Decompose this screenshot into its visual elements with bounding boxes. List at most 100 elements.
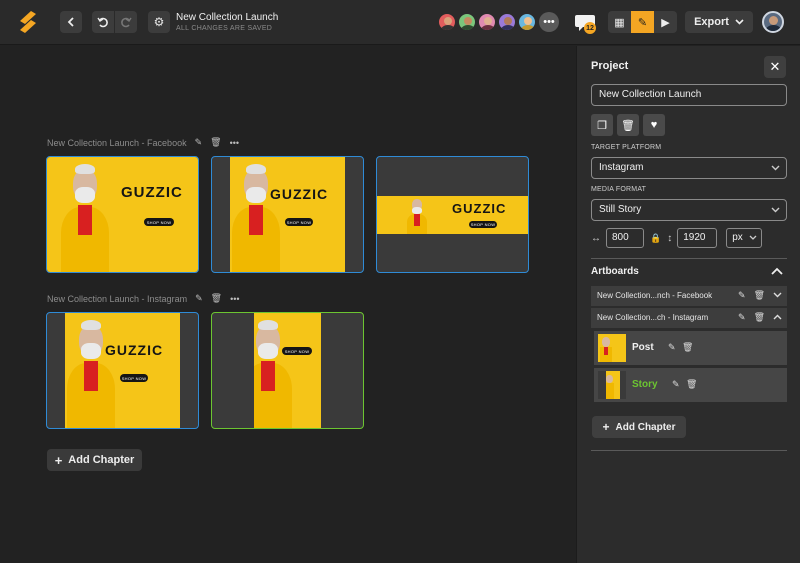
plus-icon: + xyxy=(602,420,610,434)
target-platform-value: Instagram xyxy=(599,162,644,173)
pencil-icon[interactable]: ✎ xyxy=(738,290,746,301)
chapter-header-instagram: New Collection Launch - Instagram ✎ 🗑 ••… xyxy=(47,293,240,304)
model-figure xyxy=(61,157,109,272)
chevron-left-icon xyxy=(67,17,74,27)
heart-icon: ♥ xyxy=(650,119,658,131)
trash-icon[interactable]: 🗑 xyxy=(754,290,765,301)
chevron-down-icon xyxy=(735,19,744,25)
avatar[interactable] xyxy=(517,12,537,32)
add-chapter-button[interactable]: + Add Chapter xyxy=(47,449,142,471)
pencil-icon[interactable]: ✎ xyxy=(672,379,680,390)
play-icon: ▶ xyxy=(661,16,670,29)
top-bar: ⚙ New Collection Launch ALL CHANGES ARE … xyxy=(0,0,800,45)
chapter-header-facebook: New Collection Launch - Facebook ✎ 🗑 ••• xyxy=(47,137,239,148)
artboard-instagram-post[interactable]: GUZZIC SHOP NOW xyxy=(46,312,199,429)
poster-image: GUZZIC SHOP NOW xyxy=(377,196,528,234)
model-figure xyxy=(407,196,427,234)
story-thumbnail xyxy=(598,371,626,399)
user-avatar[interactable] xyxy=(762,11,784,33)
brand-text: GUZZIC xyxy=(452,201,507,216)
redo-button[interactable] xyxy=(115,11,137,33)
unit-select[interactable]: px xyxy=(726,228,763,248)
pencil-icon[interactable]: ✎ xyxy=(195,137,203,148)
height-input[interactable]: 1920 xyxy=(677,228,718,248)
gear-icon: ⚙ xyxy=(153,15,165,29)
artboard-facebook-story[interactable]: GUZZIC SHOP NOW xyxy=(211,156,364,273)
lock-icon[interactable]: 🔒 xyxy=(650,233,661,244)
artboard-item-post[interactable]: Post ✎ 🗑 xyxy=(594,331,787,365)
shop-now-badge: SHOP NOW xyxy=(144,218,174,226)
artboard-facebook-banner[interactable]: GUZZIC SHOP NOW xyxy=(376,156,529,273)
favorite-button[interactable]: ♥ xyxy=(643,114,665,136)
brand-text: GUZZIC xyxy=(121,184,183,201)
close-panel-button[interactable]: ✕ xyxy=(764,56,786,78)
chevron-down-icon[interactable] xyxy=(773,290,782,300)
pencil-icon[interactable]: ✎ xyxy=(668,342,676,353)
shop-now-badge: SHOP NOW xyxy=(285,218,313,226)
undo-button[interactable] xyxy=(92,11,114,33)
chevron-down-icon xyxy=(771,207,780,213)
width-arrows-icon: ↔ xyxy=(591,232,601,244)
media-format-select[interactable]: Still Story xyxy=(591,199,787,221)
artboard-row-instagram[interactable]: New Collection...ch - Instagram ✎ 🗑 xyxy=(591,308,787,328)
delete-button[interactable]: 🗑 xyxy=(617,114,639,136)
avatar[interactable] xyxy=(497,12,517,32)
panel-title: Project xyxy=(591,60,629,72)
grid-view-button[interactable]: ▦ xyxy=(608,11,631,33)
avatar[interactable] xyxy=(437,12,457,32)
avatar[interactable] xyxy=(457,12,477,32)
copy-icon: ❐ xyxy=(597,119,607,132)
unit-value: px xyxy=(732,232,743,243)
back-button[interactable] xyxy=(60,11,82,33)
artboard-row-facebook[interactable]: New Collection...nch - Facebook ✎ 🗑 xyxy=(591,286,787,306)
chevron-up-icon[interactable] xyxy=(771,267,783,275)
more-icon[interactable]: ••• xyxy=(230,138,239,148)
more-icon[interactable]: ••• xyxy=(230,294,239,304)
width-input[interactable]: 800 xyxy=(606,228,644,248)
dimensions-row: ↔ 800 🔒 ↕ 1920 px xyxy=(591,227,763,249)
plus-icon: + xyxy=(54,452,63,468)
panel-add-chapter-button[interactable]: + Add Chapter xyxy=(592,416,686,438)
trash-icon[interactable]: 🗑 xyxy=(211,293,222,304)
trash-icon[interactable]: 🗑 xyxy=(682,342,693,353)
avatar[interactable] xyxy=(477,12,497,32)
pencil-icon[interactable]: ✎ xyxy=(738,312,746,323)
model-figure xyxy=(67,313,115,428)
artboard-item-label: Story xyxy=(632,379,658,390)
artboard-instagram-story[interactable]: SHOP NOW xyxy=(211,312,364,429)
shop-now-badge: SHOP NOW xyxy=(282,347,312,355)
chevron-up-icon[interactable] xyxy=(773,312,782,322)
trash-icon[interactable]: 🗑 xyxy=(210,137,221,148)
artboard-facebook-post[interactable]: GUZZIC SHOP NOW xyxy=(46,156,199,273)
poster-image: GUZZIC SHOP NOW xyxy=(230,157,345,272)
more-collaborators-button[interactable]: ••• xyxy=(539,12,559,32)
trash-icon[interactable]: 🗑 xyxy=(686,379,697,390)
export-label: Export xyxy=(694,16,729,28)
poster-image: GUZZIC SHOP NOW xyxy=(65,313,180,428)
edit-mode-button[interactable]: ✎ xyxy=(631,11,654,33)
duplicate-button[interactable]: ❐ xyxy=(591,114,613,136)
poster-image: SHOP NOW xyxy=(254,313,321,428)
add-chapter-label: Add Chapter xyxy=(615,421,676,433)
shop-now-badge: SHOP NOW xyxy=(120,374,148,382)
chevron-down-icon xyxy=(749,235,757,240)
chapter-title: New Collection Launch - Facebook xyxy=(47,137,187,148)
settings-button[interactable]: ⚙ xyxy=(148,11,170,33)
divider xyxy=(591,258,787,259)
pencil-icon[interactable]: ✎ xyxy=(195,293,203,304)
trash-icon[interactable]: 🗑 xyxy=(754,312,765,323)
app-logo[interactable] xyxy=(16,9,40,35)
collaborator-avatars: ••• xyxy=(437,12,559,32)
media-format-caption: MEDIA FORMAT xyxy=(591,186,647,193)
target-platform-select[interactable]: Instagram xyxy=(591,157,787,179)
undo-icon xyxy=(97,17,108,28)
export-button[interactable]: Export xyxy=(685,11,753,33)
close-icon: ✕ xyxy=(769,59,781,74)
brand-text: GUZZIC xyxy=(270,186,329,202)
play-button[interactable]: ▶ xyxy=(654,11,677,33)
artboard-name: New Collection...ch - Instagram xyxy=(597,313,709,322)
save-status: ALL CHANGES ARE SAVED xyxy=(176,25,273,32)
brand-text: GUZZIC xyxy=(105,342,164,358)
artboard-item-story[interactable]: Story ✎ 🗑 xyxy=(594,368,787,402)
project-name-input[interactable]: New Collection Launch xyxy=(591,84,787,106)
